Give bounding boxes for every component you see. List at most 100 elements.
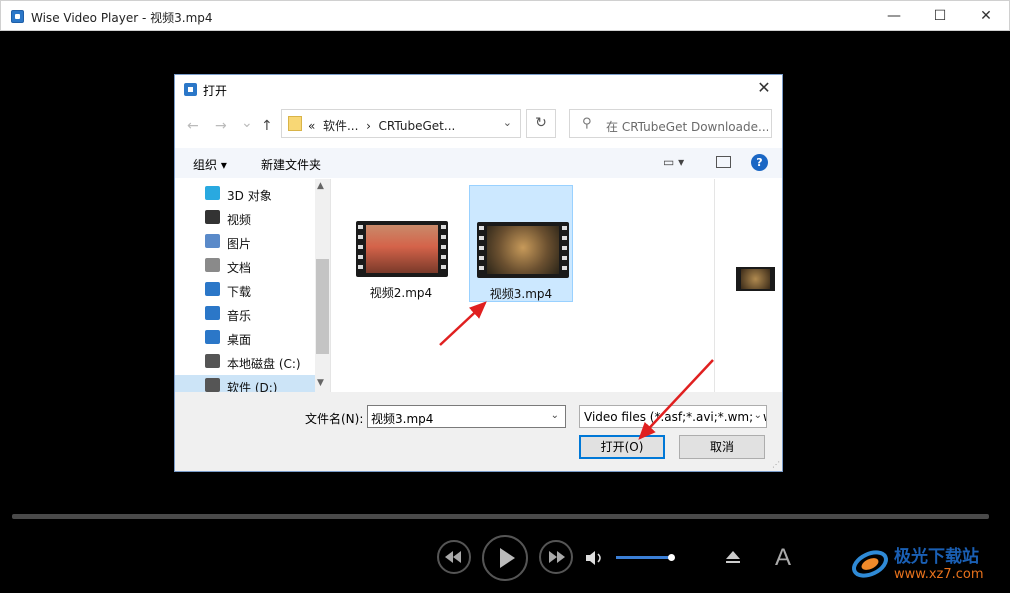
search-placeholder: 在 CRTubeGet Downloade... xyxy=(606,120,768,134)
search-icon: ⚲ xyxy=(582,116,592,131)
film-perforation xyxy=(358,245,363,249)
nav-item-label: 音乐 xyxy=(227,309,252,323)
seek-bar[interactable] xyxy=(12,514,989,519)
film-perforation xyxy=(479,226,484,230)
volume-knob[interactable] xyxy=(668,554,675,561)
film-perforation xyxy=(479,256,484,260)
preview-thumbnail xyxy=(736,267,775,291)
back-button[interactable]: ← xyxy=(187,118,199,134)
film-perforation xyxy=(441,245,446,249)
play-icon xyxy=(500,548,515,568)
view-options-button[interactable]: ▭ ▾ xyxy=(663,155,684,169)
scroll-up-icon[interactable]: ▲ xyxy=(317,181,324,191)
address-dropdown-icon[interactable]: ⌄ xyxy=(503,116,512,129)
film-perforation xyxy=(562,226,567,230)
nav-scrollbar[interactable]: ▲ ▼ xyxy=(315,179,330,392)
minimize-button[interactable]: — xyxy=(871,1,917,31)
music-icon xyxy=(205,306,220,320)
cancel-button[interactable]: 取消 xyxy=(679,435,765,459)
eject-icon[interactable] xyxy=(724,549,742,565)
search-box[interactable]: ⚲ 在 CRTubeGet Downloade... xyxy=(569,109,772,138)
rewind-button[interactable] xyxy=(437,540,471,574)
close-button[interactable]: ✕ xyxy=(963,1,1009,31)
rewind-icon xyxy=(445,551,461,563)
scroll-thumb[interactable] xyxy=(316,259,329,354)
picture-icon xyxy=(205,234,220,248)
breadcrumb-item-crtubeget[interactable]: CRTubeGet... xyxy=(379,119,456,133)
recent-locations-button[interactable]: ⌄ xyxy=(241,115,253,131)
download-icon xyxy=(205,282,220,296)
film-perforation xyxy=(358,225,363,229)
breadcrumb: « 软件... › CRTubeGet... xyxy=(308,117,455,134)
filetype-select[interactable]: Video files (*.asf;*.avi;*.wm;*.wmv ⌄ xyxy=(579,405,767,428)
navigation-pane: 3D 对象 视频 图片 文档 下载 音乐 桌面 本地磁盘 (C:) 软件 (D:) xyxy=(175,179,331,397)
nav-item-label: 本地磁盘 (C:) xyxy=(227,357,301,371)
film-perforation xyxy=(479,236,484,240)
breadcrumb-separator: › xyxy=(366,119,371,133)
dialog-titlebar: 打开 ✕ xyxy=(175,75,782,105)
film-perforation xyxy=(479,266,484,270)
film-perforation xyxy=(358,265,363,269)
volume-icon[interactable] xyxy=(585,550,605,566)
resize-grip-icon[interactable]: ⋰ xyxy=(772,460,780,469)
video-thumbnail xyxy=(477,222,569,278)
maximize-button[interactable]: ☐ xyxy=(917,1,963,31)
nav-item-label: 3D 对象 xyxy=(227,189,272,203)
help-icon[interactable]: ? xyxy=(751,154,768,171)
nav-item-label: 图片 xyxy=(227,237,252,251)
breadcrumb-item-software[interactable]: 软件... xyxy=(323,119,358,133)
refresh-button[interactable]: ↻ xyxy=(526,109,556,138)
dialog-close-button[interactable]: ✕ xyxy=(752,78,776,97)
file-item[interactable]: 视频2.mp4 xyxy=(349,185,453,302)
forward-button[interactable] xyxy=(539,540,573,574)
watermark-url: www.xz7.com xyxy=(894,567,984,582)
film-perforation xyxy=(441,255,446,259)
watermark-logo: 极光下载站 www.xz7.com xyxy=(850,540,1005,590)
dialog-title: 打开 xyxy=(203,84,228,98)
address-bar[interactable]: « 软件... › CRTubeGet... ⌄ xyxy=(281,109,521,138)
dialog-icon xyxy=(184,83,197,96)
file-name: 视频3.mp4 xyxy=(489,287,553,301)
forward-nav-button[interactable]: → xyxy=(215,118,227,134)
document-icon xyxy=(205,258,220,272)
filename-label: 文件名(N): xyxy=(305,412,364,426)
film-perforation xyxy=(479,246,484,250)
filetype-dropdown-icon[interactable]: ⌄ xyxy=(751,410,762,421)
nav-item-label: 视频 xyxy=(227,213,252,227)
breadcrumb-overflow[interactable]: « xyxy=(308,119,315,133)
film-perforation xyxy=(562,236,567,240)
up-button[interactable]: ↑ xyxy=(261,118,273,134)
film-perforation xyxy=(441,265,446,269)
app-icon xyxy=(11,10,24,23)
file-item-selected[interactable]: 视频3.mp4 xyxy=(469,185,573,302)
video-thumbnail xyxy=(356,221,448,277)
volume-slider[interactable] xyxy=(616,556,672,559)
play-button[interactable] xyxy=(482,535,528,581)
file-list: 视频2.mp4 视频3.mp4 xyxy=(332,179,714,392)
dialog-footer: 文件名(N): 视频3.mp4 ⌄ Video files (*.asf;*.a… xyxy=(175,392,782,471)
watermark-title: 极光下载站 xyxy=(894,547,979,567)
scroll-down-icon[interactable]: ▼ xyxy=(317,378,324,388)
organize-menu[interactable]: 组织 ▾ xyxy=(193,156,227,173)
window-title: Wise Video Player - 视频3.mp4 xyxy=(31,11,213,25)
new-folder-button[interactable]: 新建文件夹 xyxy=(261,156,321,173)
file-name: 视频2.mp4 xyxy=(369,286,433,300)
filename-value: 视频3.mp4 xyxy=(371,412,434,426)
folder-icon xyxy=(288,116,302,131)
command-bar: 组织 ▾ 新建文件夹 ▭ ▾ ? xyxy=(175,148,782,178)
nav-item-label: 下载 xyxy=(227,285,252,299)
desktop-icon xyxy=(205,330,220,344)
drive-c-icon xyxy=(205,354,220,368)
filename-dropdown-icon[interactable]: ⌄ xyxy=(551,410,559,421)
cube-icon xyxy=(205,186,220,200)
open-file-dialog: 打开 ✕ ← → ⌄ ↑ « 软件... › CRTubeGet... ⌄ ↻ … xyxy=(174,74,783,472)
subtitle-button[interactable]: A xyxy=(775,544,791,572)
drive-d-icon xyxy=(205,378,220,392)
film-perforation xyxy=(358,255,363,259)
preview-pane-icon[interactable] xyxy=(716,156,731,168)
filename-input[interactable]: 视频3.mp4 ⌄ xyxy=(367,405,566,428)
watermark-swirl-icon xyxy=(852,550,888,578)
open-button[interactable]: 打开(O) xyxy=(579,435,665,459)
film-icon xyxy=(205,210,220,224)
film-perforation xyxy=(441,225,446,229)
